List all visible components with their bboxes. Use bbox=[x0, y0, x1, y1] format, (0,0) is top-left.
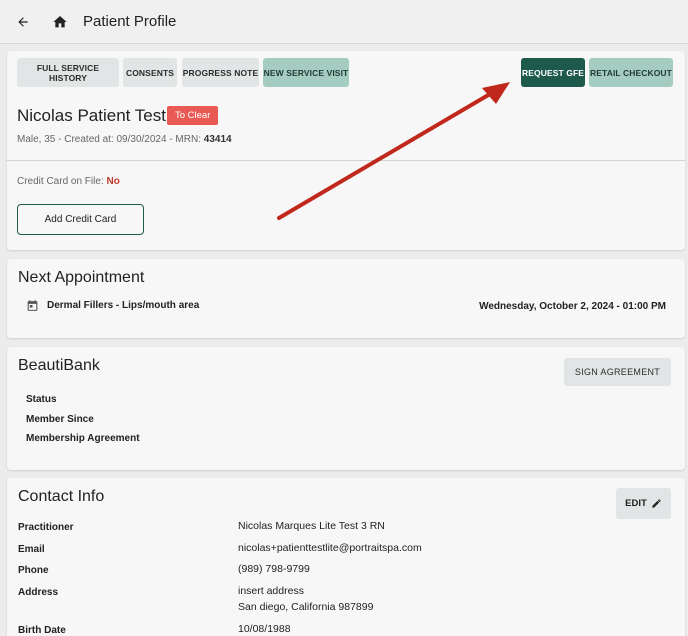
beautibank-card: BeautiBank SIGN AGREEMENT Status Member … bbox=[7, 347, 685, 470]
appointment-service: Dermal Fillers - Lips/mouth area bbox=[47, 300, 200, 311]
arrow-back-icon[interactable] bbox=[12, 11, 34, 33]
edit-label: EDIT bbox=[625, 498, 647, 509]
next-appointment-card: Next Appointment Dermal Fillers - Lips/m… bbox=[7, 259, 685, 338]
edit-button[interactable]: EDIT bbox=[616, 488, 671, 519]
patient-meta: Male, 35 - Created at: 09/30/2024 - MRN:… bbox=[17, 134, 232, 145]
practitioner-value: Nicolas Marques Lite Test 3 RN bbox=[238, 520, 385, 532]
beautibank-membership-agreement-label: Membership Agreement bbox=[26, 433, 140, 444]
beautibank-status-label: Status bbox=[26, 394, 57, 405]
request-gfe-button[interactable]: REQUEST GFE bbox=[521, 58, 585, 87]
phone-label: Phone bbox=[18, 565, 49, 576]
beautibank-member-since-label: Member Since bbox=[26, 414, 94, 425]
patient-mrn: 43414 bbox=[203, 134, 232, 145]
address-label: Address bbox=[18, 587, 59, 598]
email-value: nicolas+patienttestlite@portraitspa.com bbox=[238, 542, 422, 554]
patient-name: Nicolas Patient Test bbox=[17, 106, 166, 125]
top-bar: Patient Profile bbox=[0, 0, 688, 44]
credit-card-label: Credit Card on File: bbox=[17, 176, 107, 187]
page-title: Patient Profile bbox=[83, 13, 177, 30]
progress-note-button[interactable]: PROGRESS NOTE bbox=[182, 58, 259, 87]
home-icon[interactable] bbox=[49, 11, 71, 33]
address-line2: San diego, California 987899 bbox=[238, 601, 374, 613]
status-badge: To Clear bbox=[167, 106, 219, 125]
appointment-date: Wednesday, October 2, 2024 - 01:00 PM bbox=[479, 301, 666, 312]
beautibank-title: BeautiBank bbox=[18, 357, 100, 374]
contact-info-card: Contact Info EDIT Practitioner Nicolas M… bbox=[7, 478, 685, 636]
birth-date-value: 10/08/1988 bbox=[238, 623, 291, 635]
add-credit-card-button[interactable]: Add Credit Card bbox=[17, 204, 144, 235]
phone-value: (989) 798-9799 bbox=[238, 563, 310, 575]
full-service-history-button[interactable]: FULL SERVICE HISTORY bbox=[17, 58, 119, 87]
divider bbox=[7, 160, 685, 161]
consents-button[interactable]: CONSENTS bbox=[123, 58, 177, 87]
patient-meta-text: Male, 35 - Created at: 09/30/2024 - MRN: bbox=[17, 134, 204, 145]
contact-info-title: Contact Info bbox=[18, 488, 105, 505]
credit-card-status: Credit Card on File: No bbox=[17, 176, 120, 187]
address-line1: insert address bbox=[238, 585, 304, 597]
email-label: Email bbox=[18, 544, 45, 555]
birth-date-label: Birth Date bbox=[18, 625, 66, 636]
next-appointment-title: Next Appointment bbox=[18, 269, 145, 286]
patient-card: FULL SERVICE HISTORY CONSENTS PROGRESS N… bbox=[7, 51, 685, 250]
appointment-row[interactable]: Dermal Fillers - Lips/mouth area bbox=[26, 299, 199, 312]
credit-card-value: No bbox=[106, 176, 120, 187]
sign-agreement-button[interactable]: SIGN AGREEMENT bbox=[564, 358, 671, 386]
new-service-visit-button[interactable]: NEW SERVICE VISIT bbox=[263, 58, 349, 87]
calendar-icon bbox=[26, 299, 39, 312]
practitioner-label: Practitioner bbox=[18, 522, 74, 533]
retail-checkout-button[interactable]: RETAIL CHECKOUT bbox=[589, 58, 673, 87]
pencil-icon bbox=[651, 498, 662, 509]
